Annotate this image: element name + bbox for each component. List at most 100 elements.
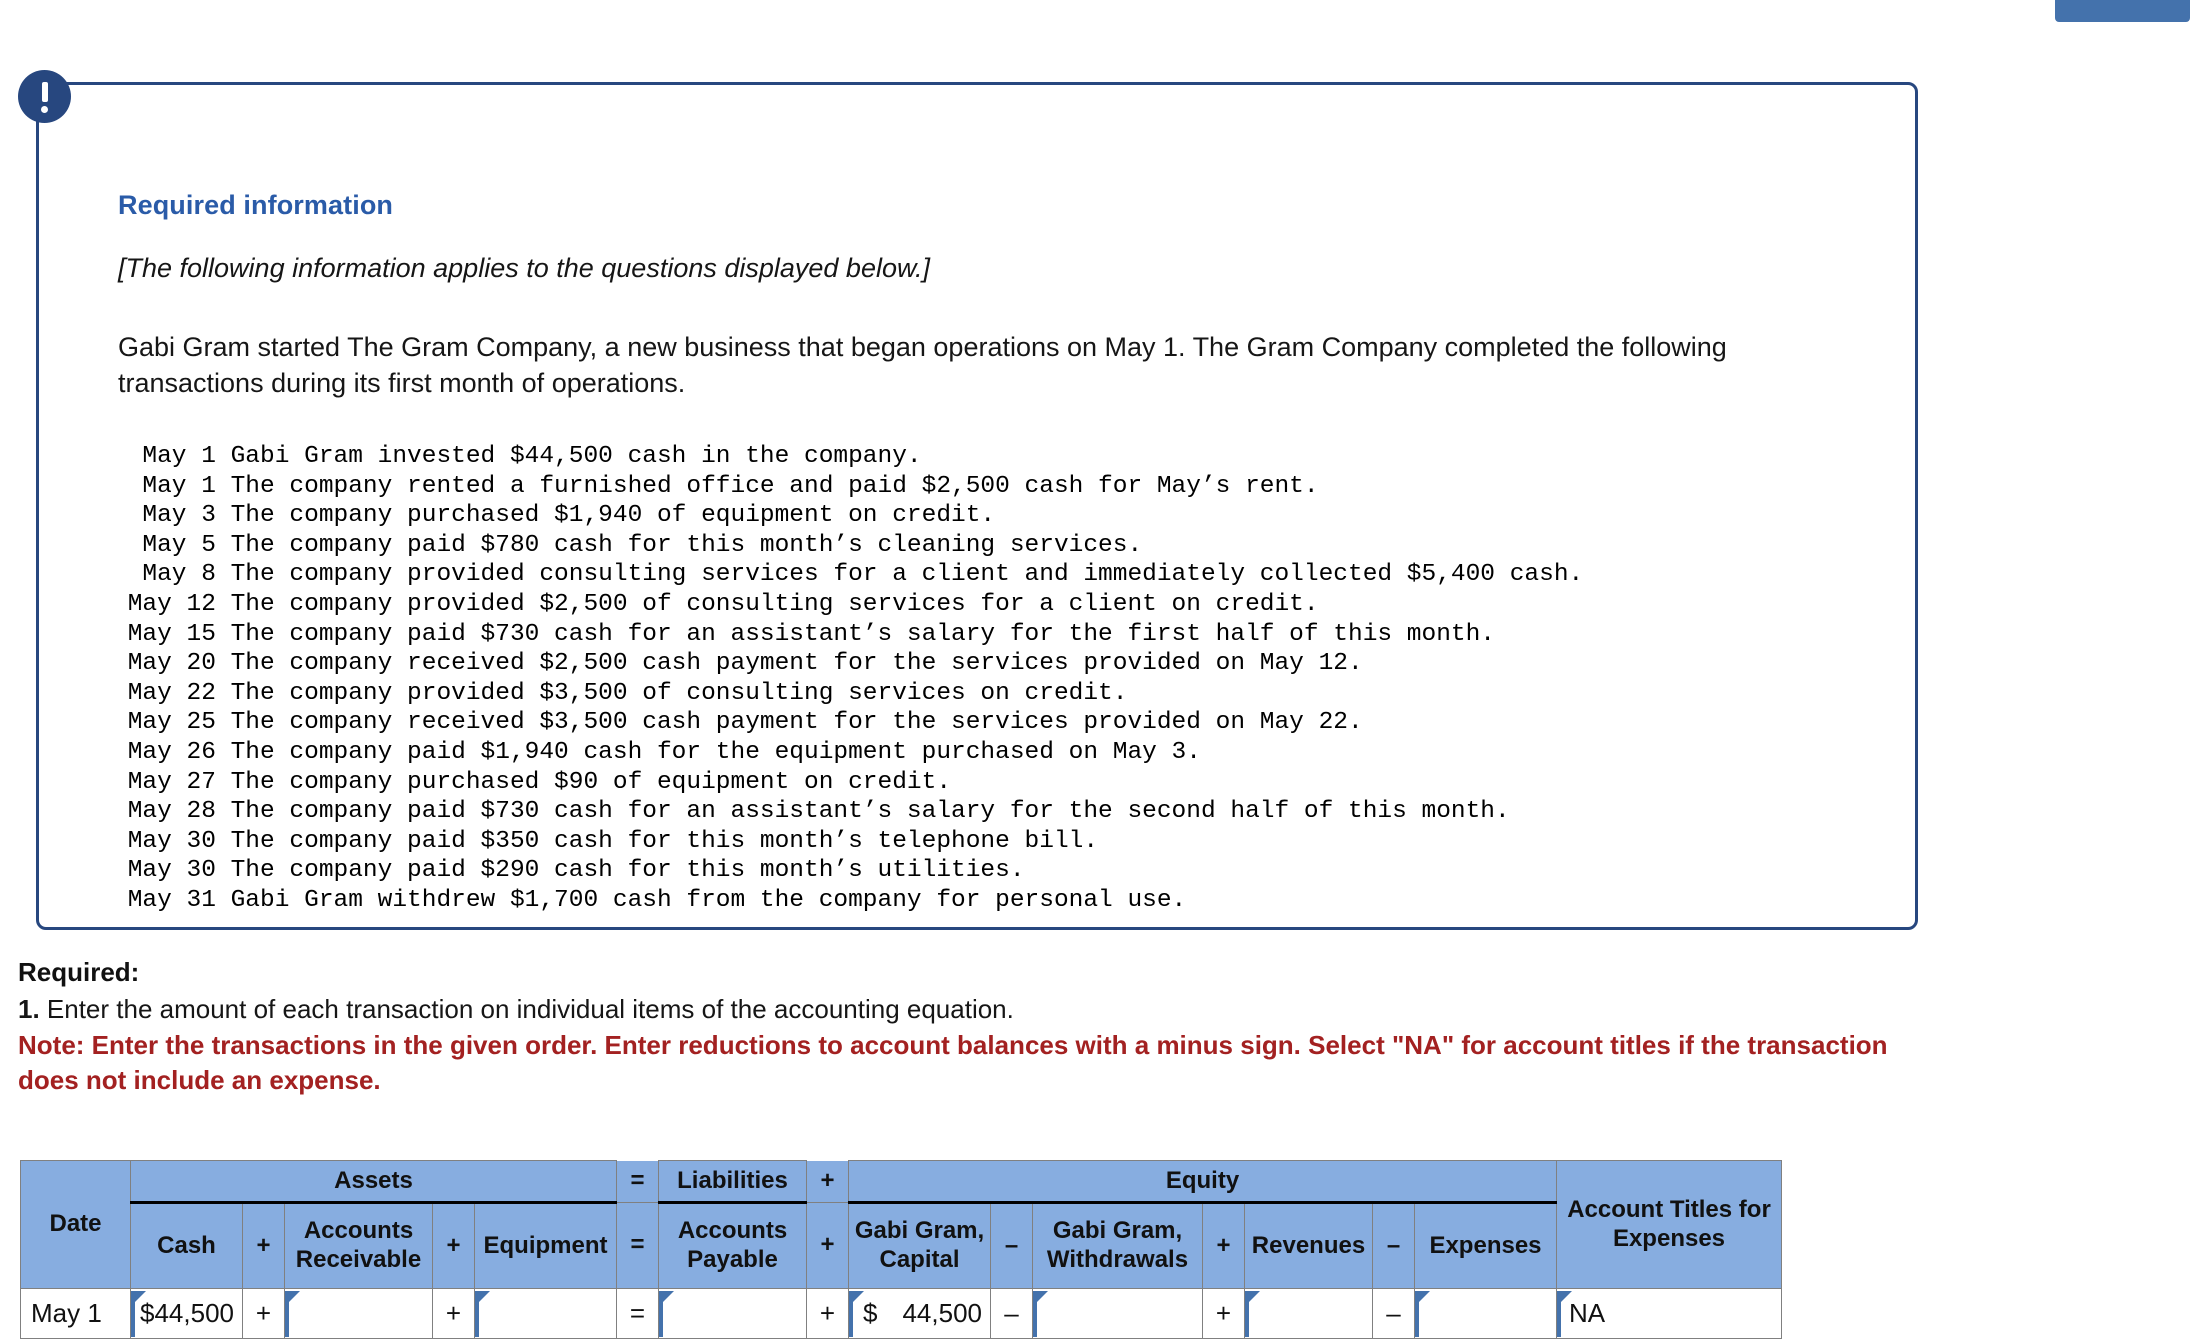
header-accounts-payable: Accounts Payable bbox=[658, 1202, 807, 1289]
transaction-text: The company received $3,500 cash payment… bbox=[215, 709, 1363, 737]
header-op-minus-1: – bbox=[990, 1202, 1033, 1289]
transaction-date: May 1 bbox=[142, 472, 216, 500]
transaction-date: May 27 bbox=[127, 768, 216, 796]
transaction-text: The company received $2,500 cash payment… bbox=[215, 650, 1363, 678]
callout-title: Required information bbox=[118, 190, 394, 220]
table-head: Date Assets = Liabilities + Equity Accou… bbox=[20, 1160, 1782, 1289]
cell-op-plus-3: + bbox=[806, 1288, 849, 1339]
header-op-plus-2: + bbox=[432, 1202, 475, 1289]
transaction-row: May 8 The company provided consulting se… bbox=[113, 560, 1583, 590]
callout-intro-paragraph: Gabi Gram started The Gram Company, a ne… bbox=[118, 332, 1727, 398]
transaction-row: May 31 Gabi Gram withdrew $1,700 cash fr… bbox=[113, 886, 1583, 916]
transaction-row: May 26 The company paid $1,940 cash for … bbox=[113, 738, 1583, 768]
transaction-text: The company rented a furnished office an… bbox=[215, 472, 1319, 500]
top-right-button[interactable] bbox=[2055, 0, 2190, 22]
transaction-text: The company purchased $1,940 of equipmen… bbox=[215, 502, 996, 530]
transaction-date: May 31 bbox=[127, 886, 216, 914]
required-section: Required: 1. Enter the amount of each tr… bbox=[18, 955, 2018, 1097]
input-equipment[interactable] bbox=[475, 1290, 616, 1337]
transaction-row: May 30 The company paid $350 cash for th… bbox=[113, 827, 1583, 857]
transaction-row: May 3 The company purchased $1,940 of eq… bbox=[113, 501, 1583, 531]
cell-op-minus-1: – bbox=[990, 1288, 1033, 1339]
cell-expenses[interactable] bbox=[1414, 1288, 1557, 1339]
transaction-date: May 1 bbox=[142, 443, 216, 470]
transaction-date: May 8 bbox=[142, 561, 216, 589]
transaction-text: Gabi Gram withdrew $1,700 cash from the … bbox=[215, 886, 1187, 914]
transaction-row: May 15 The company paid $730 cash for an… bbox=[113, 620, 1583, 650]
required-item-1: 1. Enter the amount of each transaction … bbox=[18, 992, 2018, 1027]
transaction-text: The company paid $350 cash for this mont… bbox=[215, 827, 1099, 855]
transaction-date: May 30 bbox=[127, 857, 216, 885]
cell-op-equals: = bbox=[616, 1288, 659, 1339]
cell-accounts-receivable[interactable] bbox=[284, 1288, 433, 1339]
header-capital: Gabi Gram, Capital bbox=[848, 1202, 991, 1289]
header-expenses: Expenses bbox=[1414, 1202, 1557, 1289]
input-cash[interactable]: $44,500 bbox=[131, 1290, 242, 1337]
transaction-row: May 22 The company provided $3,500 of co… bbox=[113, 679, 1583, 709]
input-revenues[interactable] bbox=[1245, 1290, 1372, 1337]
transaction-row: May 28 The company paid $730 cash for an… bbox=[113, 797, 1583, 827]
transaction-text: The company provided $2,500 of consultin… bbox=[215, 590, 1319, 618]
transaction-text: The company purchased $90 of equipment o… bbox=[215, 768, 952, 796]
header-group-equity: Equity bbox=[848, 1160, 1557, 1204]
cell-equipment[interactable] bbox=[474, 1288, 617, 1339]
cell-date: May 1 bbox=[20, 1288, 131, 1339]
transaction-date: May 22 bbox=[127, 679, 216, 707]
required-item-text: Enter the amount of each transaction on … bbox=[39, 993, 1014, 1024]
required-heading: Required: bbox=[18, 957, 140, 987]
transaction-date: May 20 bbox=[127, 650, 216, 678]
cell-cash[interactable]: $44,500 bbox=[130, 1288, 243, 1339]
transaction-row: May 1 The company rented a furnished off… bbox=[113, 472, 1583, 502]
header-group-equals: = bbox=[616, 1160, 659, 1203]
header-accounts-receivable: Accounts Receivable bbox=[284, 1202, 433, 1289]
transaction-date: May 28 bbox=[127, 798, 216, 826]
transaction-date: May 3 bbox=[142, 502, 216, 530]
transaction-date: May 15 bbox=[127, 620, 216, 648]
cell-capital[interactable]: $ 44,500 bbox=[848, 1288, 991, 1339]
transaction-text: The company paid $730 cash for an assist… bbox=[215, 798, 1510, 826]
transaction-date: May 5 bbox=[142, 531, 216, 559]
cell-account-title[interactable]: NA bbox=[1556, 1288, 1782, 1339]
input-expenses[interactable] bbox=[1415, 1290, 1556, 1337]
cell-withdrawals[interactable] bbox=[1032, 1288, 1203, 1339]
transaction-text: Gabi Gram invested $44,500 cash in the c… bbox=[215, 443, 922, 470]
table-body: May 1 $44,500 + + = + $ 44,500 – + – NA bbox=[20, 1288, 1782, 1339]
input-accounts-receivable[interactable] bbox=[285, 1290, 432, 1337]
header-cash: Cash bbox=[130, 1202, 243, 1289]
transaction-row: May 25 The company received $3,500 cash … bbox=[113, 708, 1583, 738]
transaction-row: May 27 The company purchased $90 of equi… bbox=[113, 768, 1583, 798]
callout-applies-note: [The following information applies to th… bbox=[118, 253, 930, 283]
transaction-text: The company paid $730 cash for an assist… bbox=[215, 620, 1496, 648]
input-account-title[interactable]: NA bbox=[1557, 1290, 1781, 1337]
input-withdrawals[interactable] bbox=[1033, 1290, 1202, 1337]
header-revenues: Revenues bbox=[1244, 1202, 1373, 1289]
transaction-text: The company provided consulting services… bbox=[215, 561, 1584, 589]
header-op-plus-1: + bbox=[242, 1202, 285, 1289]
transaction-date: May 30 bbox=[127, 827, 216, 855]
input-capital-wrap: $ 44,500 bbox=[853, 1298, 982, 1329]
input-cash-value: $44,500 bbox=[140, 1298, 234, 1328]
cell-revenues[interactable] bbox=[1244, 1288, 1373, 1339]
required-item-number: 1. bbox=[18, 993, 40, 1024]
cell-accounts-payable[interactable] bbox=[658, 1288, 807, 1339]
cell-op-plus-1: + bbox=[242, 1288, 285, 1339]
input-capital[interactable]: $ 44,500 bbox=[849, 1290, 990, 1337]
table-group-header-row: Date Assets = Liabilities + Equity Accou… bbox=[20, 1160, 1782, 1289]
transaction-date: May 25 bbox=[127, 709, 216, 737]
transaction-text: The company paid $780 cash for this mont… bbox=[215, 531, 1143, 559]
input-accounts-payable[interactable] bbox=[659, 1290, 806, 1337]
table-sub-header-row: Cash + Accounts Receivable + Equipment =… bbox=[21, 1202, 1782, 1289]
transaction-text: The company paid $1,940 cash for the equ… bbox=[215, 738, 1201, 766]
header-op-plus-3: + bbox=[806, 1202, 849, 1289]
exclamation-bar bbox=[41, 82, 48, 102]
input-account-title-value: NA bbox=[1569, 1298, 1606, 1328]
transaction-text: The company paid $290 cash for this mont… bbox=[215, 857, 1025, 885]
header-op-equals: = bbox=[616, 1202, 659, 1289]
transaction-row: May 12 The company provided $2,500 of co… bbox=[113, 590, 1583, 620]
transaction-text: The company provided $3,500 of consultin… bbox=[215, 679, 1128, 707]
transaction-row: May 20 The company received $2,500 cash … bbox=[113, 649, 1583, 679]
header-op-plus-4: + bbox=[1202, 1202, 1245, 1289]
header-equipment: Equipment bbox=[474, 1202, 617, 1289]
input-capital-value: 44,500 bbox=[902, 1298, 982, 1328]
header-group-liabilities: Liabilities bbox=[658, 1160, 807, 1204]
